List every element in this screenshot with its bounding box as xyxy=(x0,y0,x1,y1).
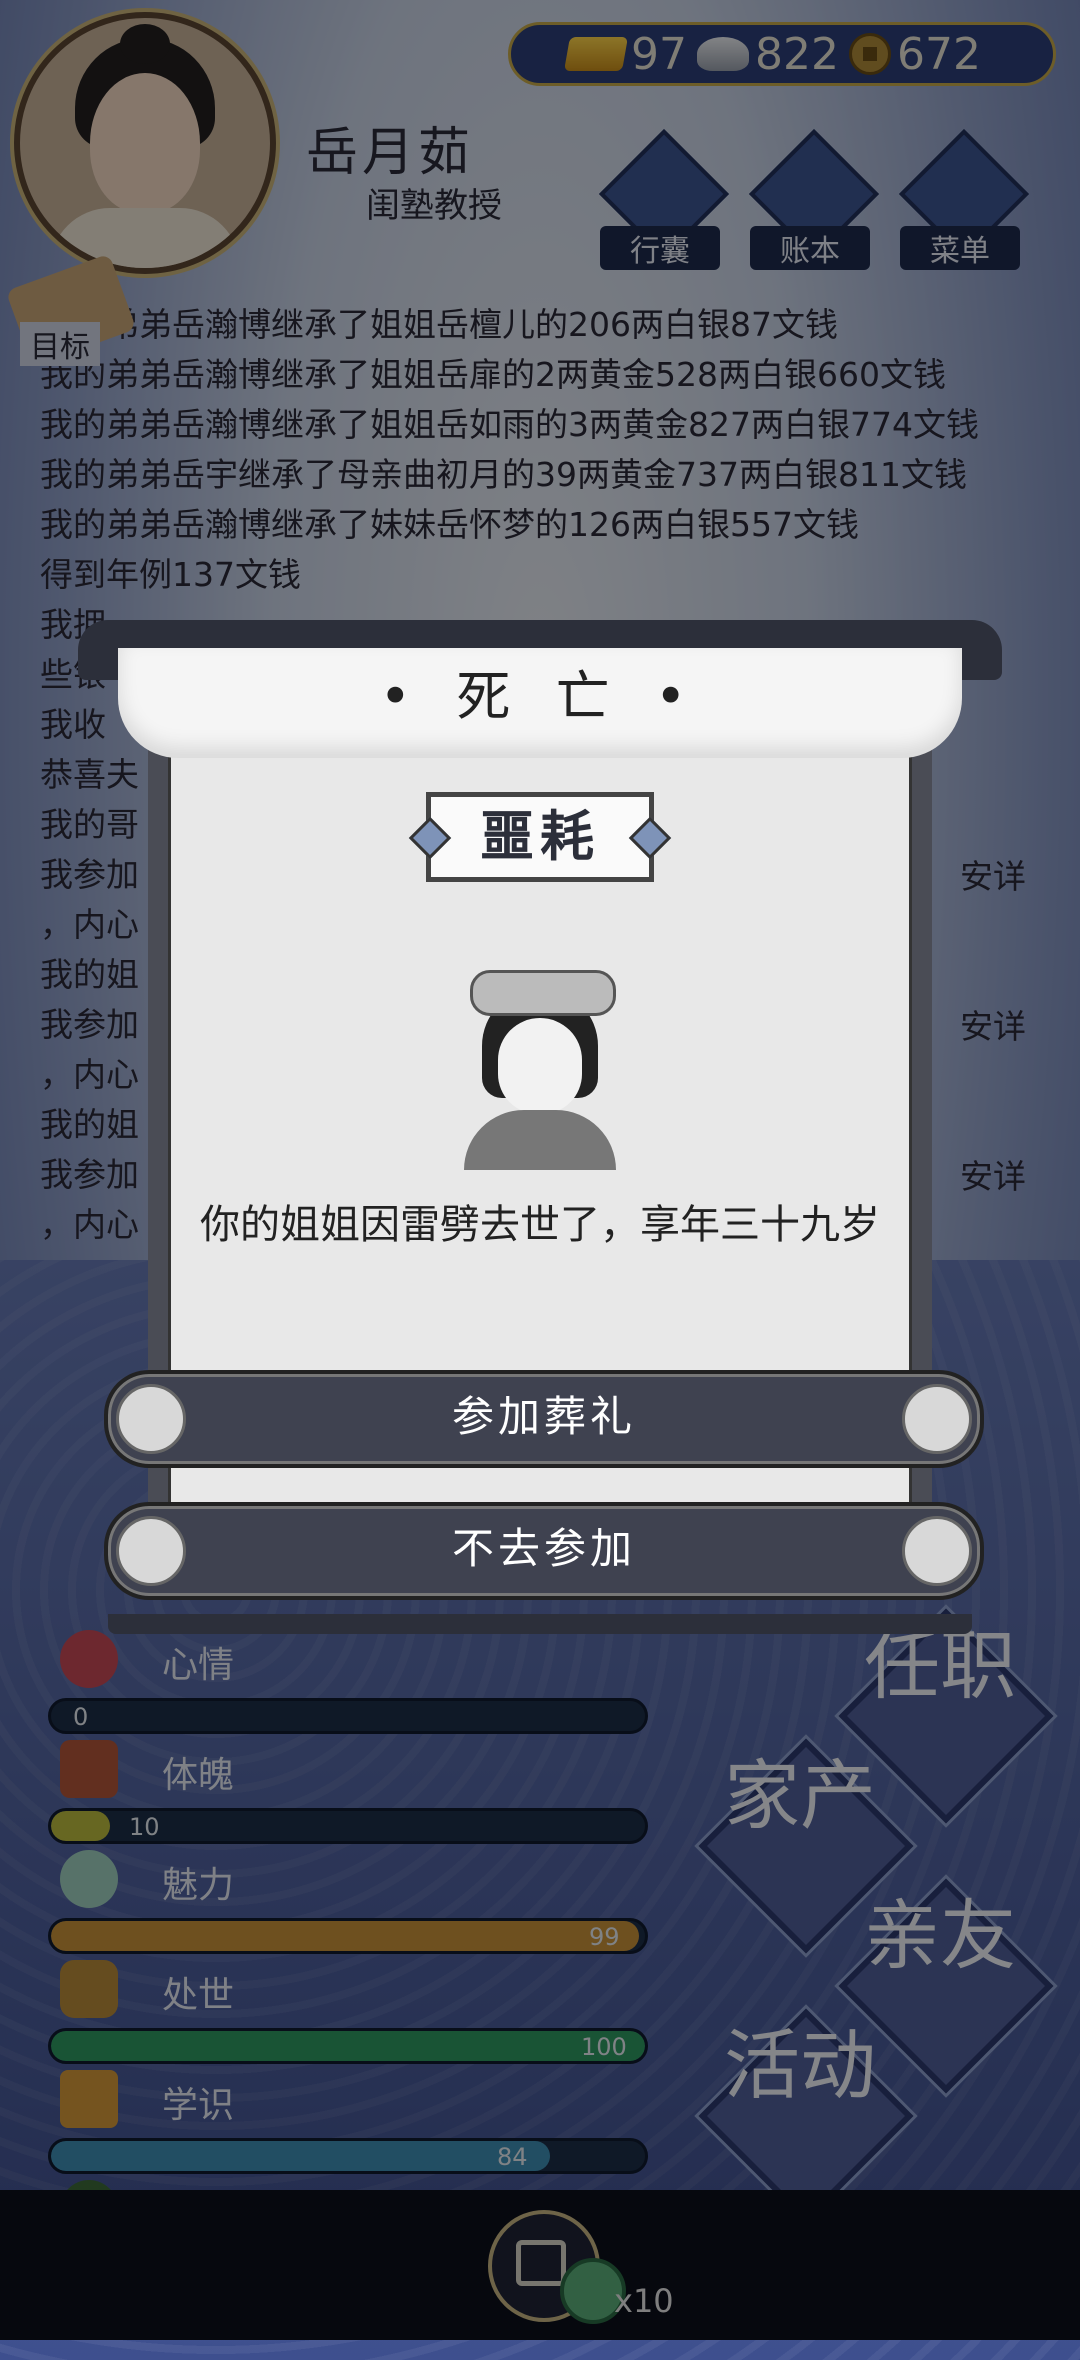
bad-news-tag: 噩耗 xyxy=(426,792,654,882)
dialog-title: • 死 亡 • xyxy=(379,665,701,728)
cloud-ornament-icon xyxy=(902,1516,972,1586)
deceased-portrait xyxy=(460,970,620,1170)
cloud-ornament-icon xyxy=(116,1516,186,1586)
dialog-base xyxy=(108,1614,972,1634)
decline-button[interactable]: 不去参加 xyxy=(104,1502,984,1600)
portrait-robe xyxy=(464,1110,616,1170)
cloud-ornament-icon xyxy=(116,1384,186,1454)
dialog-message: 你的姐姐因雷劈去世了，享年三十九岁 xyxy=(200,1202,880,1248)
attend-funeral-label: 参加葬礼 xyxy=(451,1392,636,1441)
attend-funeral-button[interactable]: 参加葬礼 xyxy=(104,1370,984,1468)
portrait-face xyxy=(498,1018,582,1114)
portrait-headdress xyxy=(470,970,616,1016)
decline-label: 不去参加 xyxy=(451,1524,636,1573)
cloud-ornament-icon xyxy=(902,1384,972,1454)
death-dialog: • 死 亡 • 噩耗 你的姐姐因雷劈去世了，享年三十九岁 参加葬礼 不去参加 xyxy=(78,620,1002,1634)
